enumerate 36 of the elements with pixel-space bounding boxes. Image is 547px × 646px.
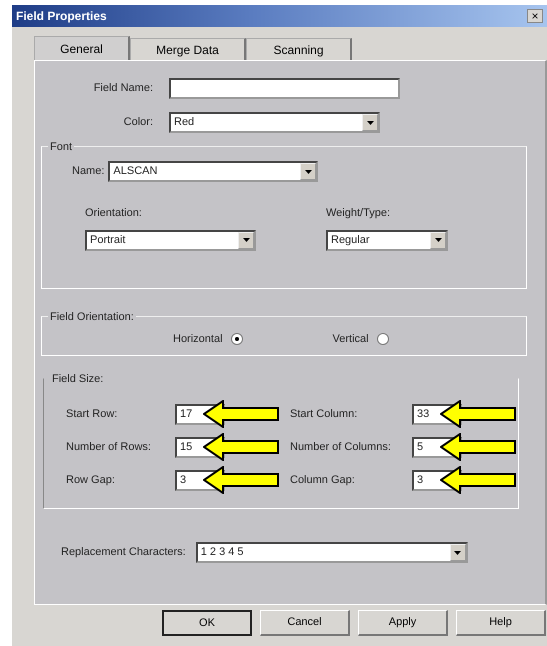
dialog-button[interactable]: Apply bbox=[358, 610, 448, 636]
field-label: Orientation: bbox=[85, 206, 143, 221]
field-label: Color: bbox=[122, 115, 153, 130]
radio-button[interactable] bbox=[230, 333, 243, 345]
tab[interactable]: General bbox=[34, 36, 130, 61]
dialog-button[interactable]: Cancel bbox=[260, 610, 350, 636]
field-label: Number of Columns: bbox=[290, 440, 392, 456]
field-label: Start Column: bbox=[290, 407, 358, 422]
dialog-button[interactable]: Help bbox=[456, 610, 546, 636]
dialog-button[interactable]: OK bbox=[162, 610, 252, 636]
radio-button[interactable] bbox=[376, 333, 389, 345]
dropdown-arrow-icon bbox=[304, 170, 312, 174]
close-button[interactable]: × bbox=[527, 9, 543, 23]
dropdown[interactable]: 1 2 3 4 5 bbox=[196, 542, 468, 563]
text-field[interactable] bbox=[169, 78, 400, 99]
field-label: Row Gap: bbox=[66, 473, 116, 488]
window-title: Field Properties bbox=[16, 8, 107, 25]
field-label: Field Name: bbox=[92, 81, 153, 96]
dropdown-arrow-icon bbox=[366, 120, 374, 124]
field-label: Replacement Characters: bbox=[61, 545, 186, 560]
radio-label: Horizontal bbox=[173, 332, 223, 347]
field-label: Weight/Type: bbox=[326, 206, 391, 221]
dropdown[interactable]: ALSCAN bbox=[108, 161, 318, 182]
field-label: Start Row: bbox=[66, 407, 118, 422]
tab[interactable]: Merge Data bbox=[130, 38, 246, 60]
tab[interactable]: Scanning bbox=[246, 38, 352, 60]
field-label: Number of Rows: bbox=[66, 440, 152, 456]
dropdown-arrow-icon bbox=[454, 550, 462, 554]
dropdown-arrow-icon bbox=[434, 238, 442, 242]
dropdown[interactable]: Red bbox=[169, 112, 380, 133]
field-label: Column Gap: bbox=[290, 473, 356, 488]
dropdown-arrow-icon bbox=[242, 238, 250, 242]
radio-label: Vertical bbox=[332, 332, 369, 347]
field-label: Name: bbox=[72, 164, 104, 180]
dropdown[interactable]: Portrait bbox=[85, 230, 256, 250]
dropdown[interactable]: Regular bbox=[326, 230, 448, 250]
